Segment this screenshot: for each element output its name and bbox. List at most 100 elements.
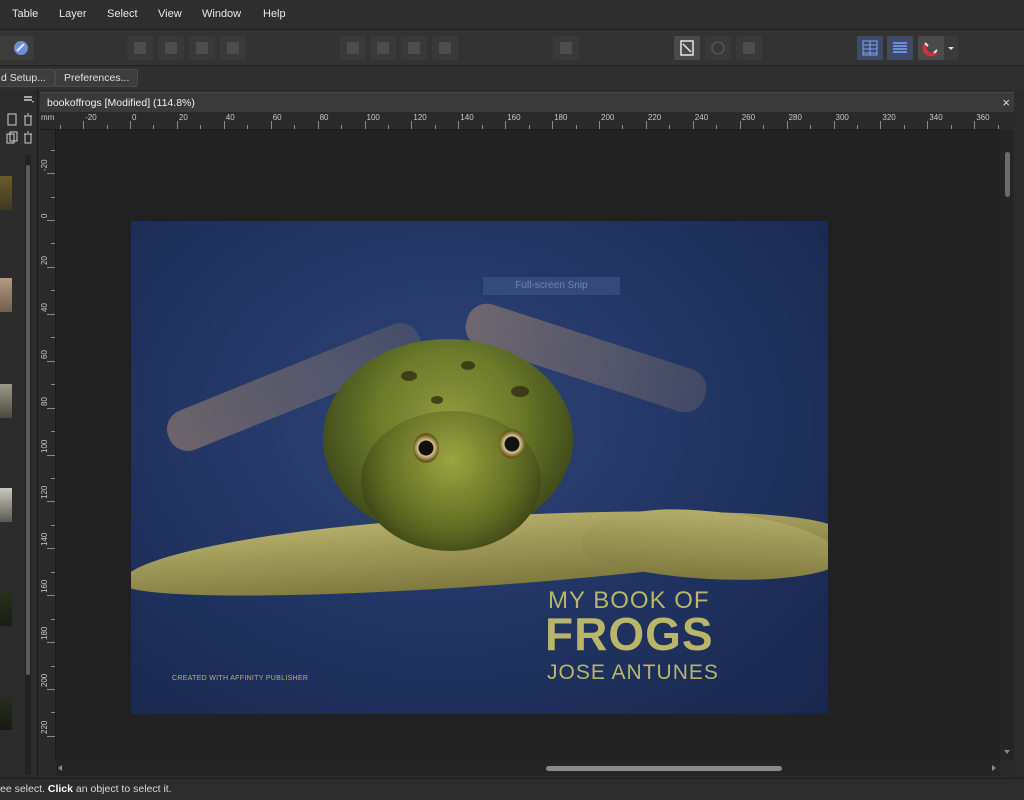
trash-icon[interactable] [22,131,34,145]
scroll-right-icon[interactable] [990,764,998,772]
align-right-button[interactable] [401,36,427,60]
ruler-tick [51,384,55,386]
ruler-tick [692,121,694,129]
align-left-button[interactable] [340,36,366,60]
page-thumbnail[interactable] [0,384,12,418]
menu-view[interactable]: View [158,8,182,20]
trash-icon[interactable] [22,113,34,127]
ruler-tick [481,125,483,129]
document-tab-title: bookoffrogs [Modified] (114.8%) [47,97,195,109]
arrange-forward-icon [165,42,177,54]
ruler-tick [763,125,765,129]
ruler-tick [51,196,55,198]
menu-table[interactable]: Table [12,8,38,20]
column-guides-button[interactable] [857,36,883,60]
ruler-tick [153,125,155,129]
pages-scrollbar-thumb[interactable] [26,165,30,675]
right-panel-edge [1014,90,1024,780]
ruler-tick [552,121,554,129]
frog-spot [461,361,475,370]
ruler-label: 20 [40,255,49,265]
preferences-button[interactable]: Preferences... [55,69,139,87]
page-thumbnail[interactable] [0,176,12,210]
align-left-icon [347,42,359,54]
cover-page[interactable]: Full-screen Snip MY BOOK OF FROGS JOSE A… [131,221,828,714]
horizontal-scrollbar[interactable] [56,760,1000,776]
baseline-grid-button[interactable] [887,36,913,60]
ruler-tick [47,360,55,362]
ruler-label: 180 [554,113,568,122]
panel-menu-icon[interactable] [22,93,36,105]
frame-close-button[interactable] [736,36,762,60]
ruler-tick [364,121,366,129]
ruler-tick [434,125,436,129]
duplicate-page-icon[interactable] [6,131,18,145]
ruler-label: 40 [40,302,49,312]
arrange-front-icon [134,42,146,54]
ruler-tick [903,125,905,129]
align-top-icon [439,42,451,54]
toolbar-partial-button[interactable] [0,36,8,60]
ruler-label: 200 [40,673,49,687]
scroll-left-icon[interactable] [56,764,64,772]
ruler-label: 100 [366,113,380,122]
menu-select[interactable]: Select [107,8,138,20]
ruler-label: 20 [178,113,188,122]
ruler-tick [950,125,952,129]
menu-window[interactable]: Window [202,8,241,20]
menu-layer[interactable]: Layer [59,8,87,20]
vertical-scrollbar-thumb[interactable] [1005,152,1010,197]
menu-help[interactable]: Help [263,8,286,20]
cover-title-line2[interactable]: FROGS [545,607,714,661]
frog-spot [511,386,529,397]
arrange-back-button[interactable] [220,36,246,60]
arrange-forward-button[interactable] [158,36,184,60]
ruler-label: 40 [225,113,235,122]
ruler-tick [810,125,812,129]
align-right-icon [408,42,420,54]
document-tab[interactable]: bookoffrogs [Modified] (114.8%) × [40,92,1016,112]
full-screen-snip-tooltip: Full-screen Snip [483,277,620,295]
ruler-label: 140 [40,532,49,547]
cover-author[interactable]: JOSE ANTUNES [547,661,719,685]
page-thumbnail[interactable] [0,488,12,522]
ruler-tick [106,125,108,129]
align-top-button[interactable] [432,36,458,60]
horizontal-ruler[interactable]: mm -20 0 20 40 60 80 100 120 140 160 180 200 220 240 2… [40,112,1000,130]
ruler-tick [575,125,577,129]
status-suffix: an object to select it. [72,783,172,795]
snapping-button[interactable] [918,36,944,60]
ruler-tick [669,125,671,129]
ruler-label: 260 [741,113,756,122]
snapping-menu-button[interactable] [944,36,958,60]
cover-credit[interactable]: CREATED WITH AFFINITY PUBLISHER [172,675,308,682]
pages-scrollbar[interactable] [25,155,31,775]
align-center-button[interactable] [370,36,396,60]
text-frame-button[interactable] [553,36,579,60]
insert-button[interactable] [674,36,700,60]
ruler-tick [645,121,647,129]
close-icon[interactable]: × [1002,95,1010,110]
picture-frame-button[interactable] [705,36,731,60]
ruler-tick [51,337,55,339]
frame-close-icon [743,42,755,54]
status-bar: ee select. Click an object to select it. [0,778,1024,800]
canvas[interactable]: Full-screen Snip MY BOOK OF FROGS JOSE A… [56,130,1000,760]
arrange-front-button[interactable] [127,36,153,60]
ruler-label: 300 [835,113,849,122]
ruler-label: 200 [601,113,615,122]
ruler-tick [51,712,55,714]
vertical-scrollbar[interactable] [1000,130,1014,760]
page-thumbnail[interactable] [0,696,12,730]
ruler-tick [47,313,55,315]
document-setup-button[interactable]: d Setup... [0,69,55,87]
horizontal-scrollbar-thumb[interactable] [546,766,782,771]
page-thumbnail[interactable] [0,592,12,626]
vertical-ruler[interactable]: -20 0 20 40 60 80 100 120 140 160 180 200 220 [38,130,56,760]
arrange-backward-button[interactable] [189,36,215,60]
ruler-tick [317,121,319,129]
page-thumbnail[interactable] [0,278,12,312]
persona-button[interactable] [8,36,34,60]
add-page-icon[interactable] [6,113,18,127]
scroll-down-icon[interactable] [1003,748,1011,756]
